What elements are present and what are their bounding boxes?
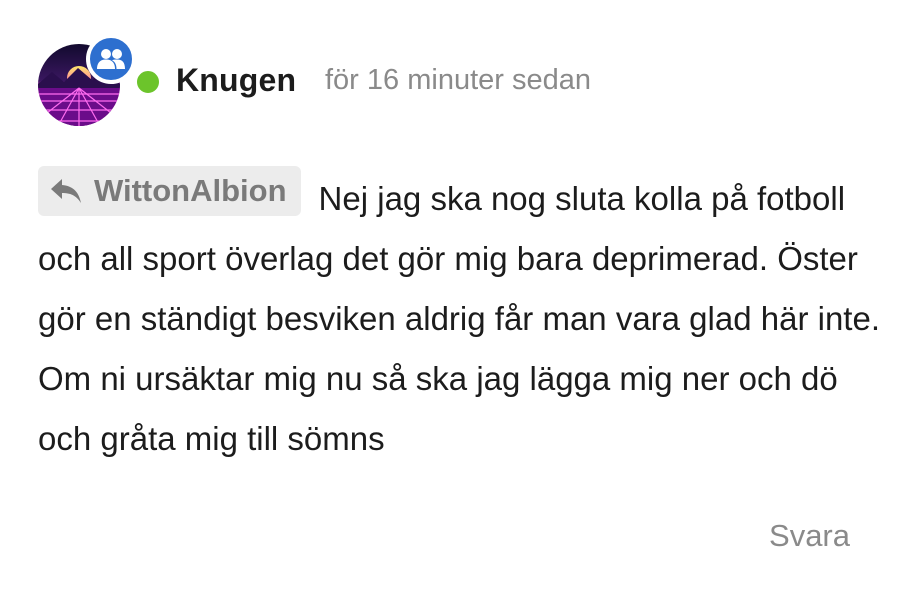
reply-arrow-icon	[51, 179, 81, 203]
group-badge	[86, 34, 136, 84]
group-icon	[97, 49, 125, 69]
online-status-indicator	[134, 68, 162, 96]
reply-to-chip[interactable]: WittonAlbion	[38, 166, 301, 216]
comment-body: WittonAlbion Nej jag ska nog sluta kolla…	[38, 166, 888, 469]
comment-card: Knugen för 16 minuter sedan WittonAlbion…	[0, 0, 921, 600]
comment-text: Nej jag ska nog sluta kolla på fotboll o…	[38, 180, 880, 457]
comment-header: Knugen för 16 minuter sedan	[38, 34, 898, 128]
author-name[interactable]: Knugen	[176, 62, 296, 99]
reply-button[interactable]: Svara	[769, 518, 850, 554]
comment-timestamp: för 16 minuter sedan	[325, 64, 591, 96]
reply-to-username: WittonAlbion	[94, 173, 287, 208]
